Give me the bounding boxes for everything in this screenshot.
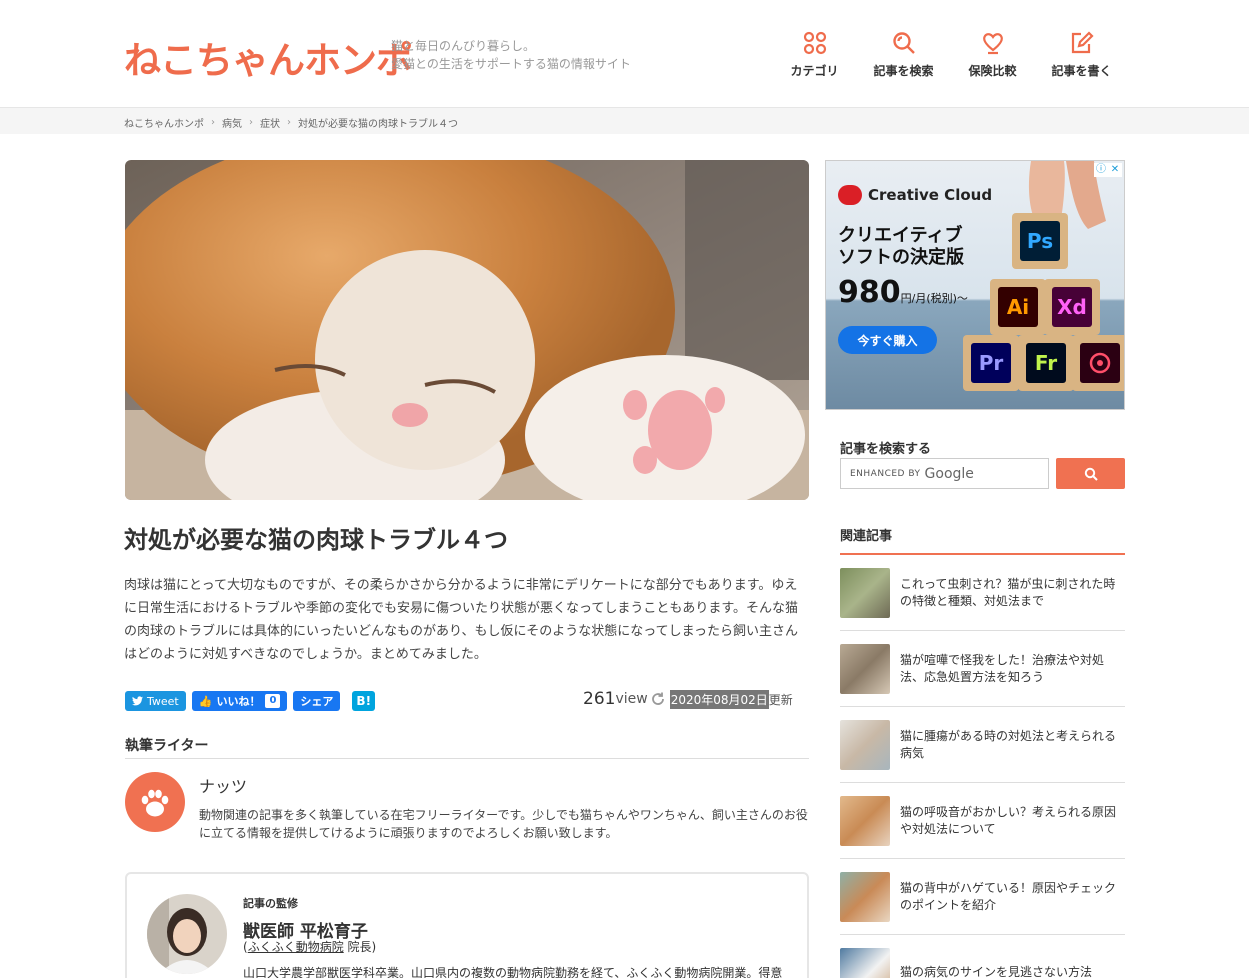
ad-block-ps: Ps [1012, 213, 1068, 269]
search-icon [859, 30, 948, 58]
ad-headline: クリエイティブ ソフトの決定版 [838, 225, 964, 268]
breadcrumb-disease[interactable]: 病気 [222, 115, 242, 130]
nav-search[interactable]: 記事を検索 [859, 30, 948, 79]
related-thumbnail [840, 567, 890, 618]
breadcrumb-bar: ねこちゃんホンポ › 病気 › 症状 › 対処が必要な猫の肉球トラブル４つ [0, 108, 1249, 134]
ad-block-fr: Fr [1018, 335, 1074, 391]
related-list: これって虫刺され？猫が虫に刺された時の特徴と種類、対処法まで 猫が喧嘩で怪我をし… [840, 555, 1125, 978]
share-buttons: Tweet 👍 いいね！ 0 シェア B! [125, 691, 381, 711]
lens-icon [1080, 343, 1120, 383]
tweet-button[interactable]: Tweet [125, 691, 186, 711]
writer-bio: 動物関連の記事を多く執筆している在宅フリーライターです。少しでも猫ちゃんやワンち… [199, 808, 808, 840]
ad-block-ai: Ai [990, 279, 1046, 335]
share-button[interactable]: シェア [293, 691, 341, 711]
supervisor-photo [147, 894, 227, 974]
ad-price: 980円/月(税別)～ [838, 275, 968, 310]
breadcrumb-current: 対処が必要な猫の肉球トラブル４つ [298, 119, 458, 130]
chevron-right-icon: › [287, 117, 291, 128]
update-date: 2020年08月02日 [669, 689, 769, 709]
supervisor-box: 記事の監修 獣医師 平松育子 (ふくふく動物病院 院長) 山口大学農学部獣医学科… [125, 872, 809, 978]
related-thumbnail [840, 795, 890, 846]
ad-buy-button[interactable]: 今すぐ購入 [838, 326, 937, 354]
advertisement[interactable]: ⓘ ✕ Creative Cloud クリエイティブ ソフトの決定版 980円/… [825, 160, 1125, 410]
writer-avatar[interactable] [125, 772, 185, 832]
writer-heading: 執筆ライター [125, 738, 209, 754]
chevron-right-icon: › [249, 117, 253, 128]
article-intro: 肉球は猫にとって大切なものですが、その柔らかさから分かるように非常にデリケートに… [124, 578, 799, 662]
nav-write[interactable]: 記事を書く [1037, 30, 1126, 79]
ad-controls: ⓘ ✕ [1094, 163, 1122, 177]
supervisor-clinic: (ふくふく動物病院 院長) [243, 940, 377, 954]
clinic-link[interactable]: ふくふく動物病院 [248, 940, 344, 954]
breadcrumb-symptom[interactable]: 症状 [260, 115, 280, 130]
nav-insurance[interactable]: 保険比較 [948, 30, 1037, 79]
breadcrumb-home[interactable]: ねこちゃんホンポ [124, 115, 204, 130]
supervisor-bio: 山口大学農学部獣医学科卒業。山口県内の複数の動物病院勤務を経て、ふくふく動物病院… [243, 966, 783, 978]
hatena-bookmark-button[interactable]: B! [352, 691, 376, 711]
site-logo[interactable]: ねこちゃんホンポ [124, 30, 413, 84]
related-item[interactable]: 猫の病気のサインを見逃さない方法 [840, 935, 1125, 978]
like-button[interactable]: 👍 いいね！ 0 [191, 691, 288, 711]
related-item[interactable]: 猫が喧嘩で怪我をした！治療法や対処法、応急処置方法を知ろう [840, 631, 1125, 707]
hero-image [125, 160, 809, 500]
twitter-icon [132, 696, 143, 706]
nav-category[interactable]: カテゴリ [770, 30, 859, 79]
ad-block-pr: Pr [963, 335, 1019, 391]
header-nav: カテゴリ 記事を検索 保険比較 記事を書く [770, 30, 1126, 79]
ad-block-xd: Xd [1044, 279, 1100, 335]
article-title: 対処が必要な猫の肉球トラブル４つ [124, 526, 508, 554]
view-count: 261 [583, 689, 616, 709]
related-thumbnail [840, 871, 890, 922]
related-item[interactable]: 猫の背中がハゲている！原因やチェックのポイントを紹介 [840, 859, 1125, 935]
search-input[interactable]: ENHANCED BY Google [840, 458, 1049, 489]
pencil-icon [1037, 30, 1126, 58]
writer-name[interactable]: ナッツ [199, 773, 247, 797]
search-icon [1084, 467, 1098, 481]
sidebar-search-title: 記事を検索する [840, 442, 932, 457]
ad-block-app-icon [1072, 335, 1124, 391]
creative-cloud-icon [838, 185, 862, 205]
close-icon[interactable]: ✕ [1108, 163, 1122, 177]
related-item[interactable]: これって虫刺され？猫が虫に刺された時の特徴と種類、対処法まで [840, 555, 1125, 631]
chevron-right-icon: › [211, 117, 215, 128]
related-thumbnail [840, 643, 890, 694]
paw-icon [141, 789, 169, 817]
related-thumbnail [840, 947, 890, 978]
search-button[interactable] [1056, 458, 1125, 489]
grid-icon [770, 30, 859, 58]
heart-icon [948, 30, 1037, 58]
like-count: 0 [265, 694, 281, 708]
divider [125, 758, 809, 759]
view-label: view [615, 691, 648, 707]
supervisor-label: 記事の監修 [243, 897, 298, 910]
refresh-icon [651, 692, 664, 705]
related-item[interactable]: 猫の呼吸音がおかしい？考えられる原因や対処法について [840, 783, 1125, 859]
breadcrumb: ねこちゃんホンポ › 病気 › 症状 › 対処が必要な猫の肉球トラブル４つ [124, 115, 458, 130]
site-tagline: 猫と毎日のんびり暮らし。 愛猫との生活をサポートする猫の情報サイト [391, 39, 631, 71]
related-title: 関連記事 [840, 529, 893, 544]
related-item[interactable]: 猫に腫瘍がある時の対処法と考えられる病気 [840, 707, 1125, 783]
site-header: ねこちゃんホンポ 猫と毎日のんびり暮らし。 愛猫との生活をサポートする猫の情報サ… [0, 0, 1249, 108]
thumbs-up-icon: 👍 [198, 694, 213, 708]
related-thumbnail [840, 719, 890, 770]
ad-brand: Creative Cloud [838, 185, 992, 205]
info-icon[interactable]: ⓘ [1094, 163, 1108, 177]
article-meta: 261 view 2020年08月02日 更新 [583, 689, 793, 709]
updated-label: 更新 [768, 692, 793, 707]
